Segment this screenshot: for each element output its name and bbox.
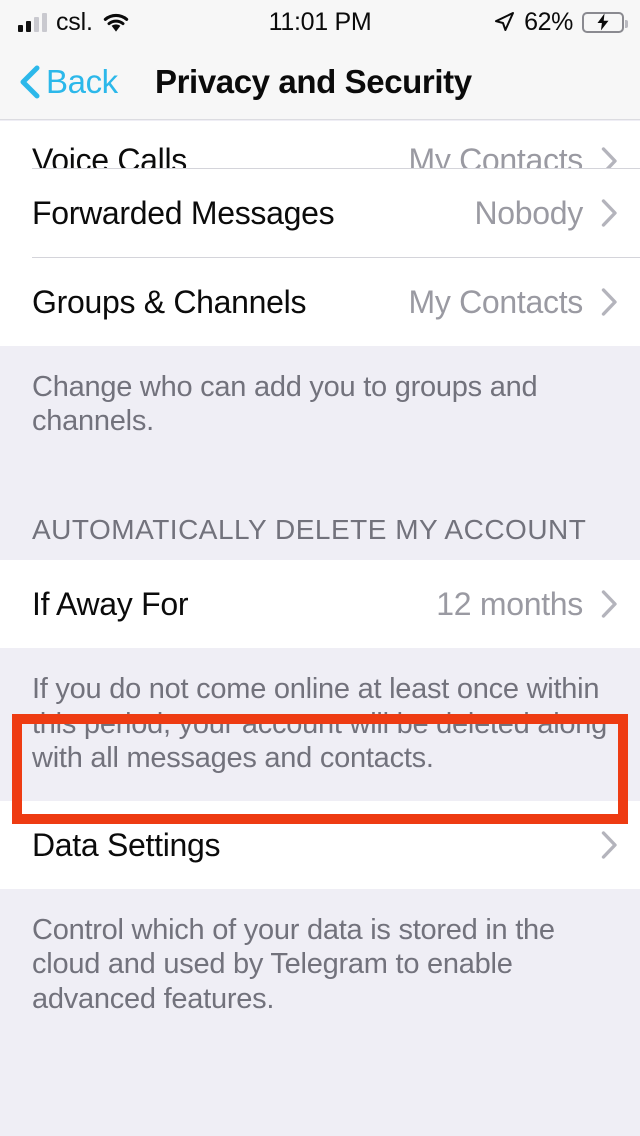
row-if-away-for-right: 12 months xyxy=(436,586,618,623)
footer-auto-delete: If you do not come online at least once … xyxy=(0,648,640,802)
chevron-left-icon xyxy=(18,65,40,99)
row-voice-calls-value: My Contacts xyxy=(408,142,583,168)
row-data-settings-label: Data Settings xyxy=(32,826,221,863)
location-arrow-icon xyxy=(493,11,515,33)
row-data-settings-right xyxy=(601,831,618,859)
row-groups-channels-right: My Contacts xyxy=(408,284,618,321)
settings-list[interactable]: Voice Calls My Contacts Forwarded Messag… xyxy=(0,121,640,1136)
chevron-right-icon xyxy=(601,199,618,227)
chevron-right-icon xyxy=(601,146,618,168)
row-voice-calls[interactable]: Voice Calls My Contacts xyxy=(0,121,640,168)
row-groups-channels[interactable]: Groups & Channels My Contacts xyxy=(0,258,640,346)
row-forwarded-messages-right: Nobody xyxy=(475,195,619,232)
status-bar: csl. 11:01 PM 62% xyxy=(0,0,640,44)
status-bar-right: 62% xyxy=(493,7,628,37)
data-settings-group: Data Settings xyxy=(0,801,640,890)
navigation-bar: Back Privacy and Security xyxy=(0,44,640,120)
battery-charging-icon xyxy=(582,11,628,33)
row-groups-channels-label: Groups & Channels xyxy=(32,283,307,320)
row-groups-channels-value: My Contacts xyxy=(408,283,583,320)
back-button[interactable]: Back xyxy=(18,63,118,101)
row-forwarded-messages-value: Nobody xyxy=(474,194,584,231)
footer-data-settings: Control which of your data is stored in … xyxy=(0,889,640,1042)
row-voice-calls-label: Voice Calls xyxy=(32,142,187,168)
privacy-group: Voice Calls My Contacts Forwarded Messag… xyxy=(0,121,640,346)
page-title: Privacy and Security xyxy=(155,62,472,100)
auto-delete-group: If Away For 12 months xyxy=(0,560,640,649)
row-forwarded-messages[interactable]: Forwarded Messages Nobody xyxy=(0,169,640,257)
chevron-right-icon xyxy=(601,288,618,316)
chevron-right-icon xyxy=(601,831,618,859)
back-button-label: Back xyxy=(46,62,118,100)
battery-percent-label: 62% xyxy=(524,7,573,36)
row-voice-calls-right: My Contacts xyxy=(408,131,618,168)
row-if-away-for[interactable]: If Away For 12 months xyxy=(0,560,640,649)
bottom-spacer xyxy=(0,1041,640,1136)
row-data-settings[interactable]: Data Settings xyxy=(0,801,640,890)
section-header-auto-delete: AUTOMATICALLY DELETE MY ACCOUNT xyxy=(0,478,640,561)
row-if-away-for-label: If Away For xyxy=(32,585,189,622)
chevron-right-icon xyxy=(601,590,618,619)
phone-screen: csl. 11:01 PM 62% Back Privacy and Secur… xyxy=(0,0,640,1136)
row-forwarded-messages-label: Forwarded Messages xyxy=(32,194,335,231)
row-if-away-for-value: 12 months xyxy=(436,585,583,622)
footer-groups-channels: Change who can add you to groups and cha… xyxy=(0,346,640,479)
